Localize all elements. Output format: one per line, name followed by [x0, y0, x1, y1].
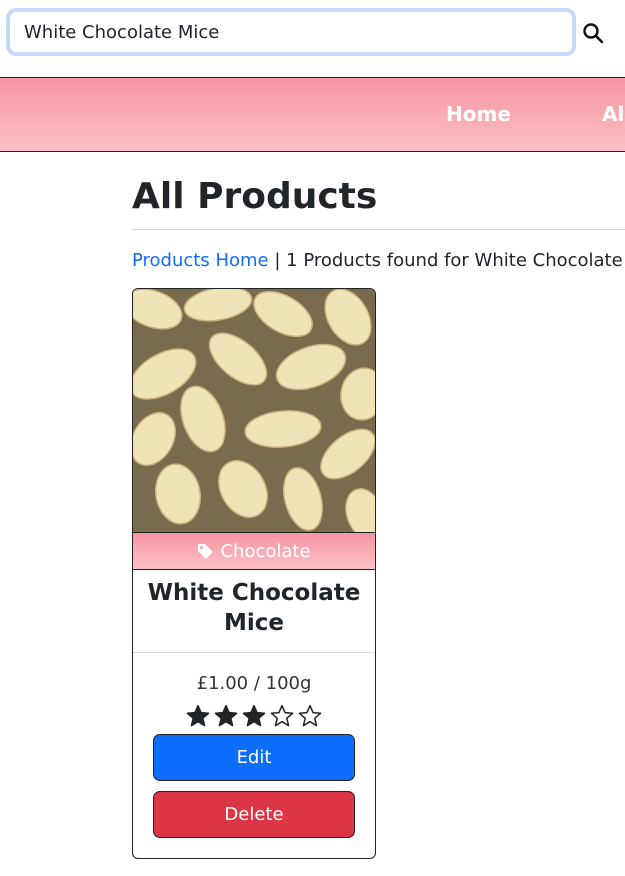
edit-button[interactable]: Edit: [153, 734, 355, 781]
nav-all-products-link[interactable]: Al: [602, 102, 624, 126]
category-label: Chocolate: [220, 540, 311, 562]
products-home-link[interactable]: Products Home: [132, 250, 269, 271]
star-empty-icon: [298, 704, 322, 727]
search-input[interactable]: [6, 8, 576, 56]
product-price: £1.00 / 100g: [196, 673, 312, 694]
delete-button[interactable]: Delete: [153, 791, 355, 838]
star-filled-icon: [242, 704, 266, 727]
breadcrumb-separator: |: [274, 250, 281, 271]
tag-icon: [198, 543, 214, 559]
search-bar: [0, 0, 625, 70]
results-count-text: 1 Products found for White Chocolate Mic…: [286, 250, 625, 271]
star-filled-icon: [214, 704, 238, 727]
page-title: All Products: [132, 176, 378, 217]
product-name: White Chocolate Mice: [133, 570, 375, 653]
category-badge: Chocolate: [133, 533, 375, 570]
navbar: Home Al: [0, 77, 625, 152]
search-icon: [583, 23, 604, 44]
nav-home-link[interactable]: Home: [446, 102, 511, 126]
title-divider: [132, 229, 625, 230]
star-filled-icon: [186, 704, 210, 727]
star-empty-icon: [270, 704, 294, 727]
product-rating: [133, 704, 375, 728]
product-card: Chocolate White Chocolate Mice £1.00 / 1…: [132, 288, 376, 859]
breadcrumb: Products Home | 1 Products found for Whi…: [132, 250, 625, 271]
product-image: [133, 289, 375, 533]
search-button[interactable]: [580, 20, 606, 46]
